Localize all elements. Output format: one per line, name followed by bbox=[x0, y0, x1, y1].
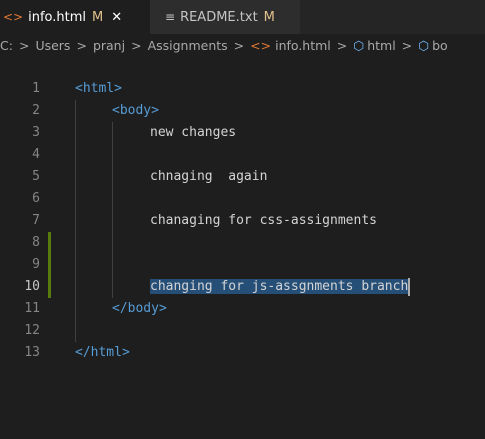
indent-guide bbox=[75, 144, 76, 166]
breadcrumb-item-body[interactable]: bo bbox=[432, 38, 448, 53]
breadcrumb-separator: > bbox=[76, 37, 87, 53]
line-number: 10 bbox=[24, 279, 40, 294]
code-text: chanaging for css-assignments bbox=[150, 213, 377, 228]
code-line[interactable]: 6 bbox=[0, 188, 485, 210]
breadcrumb: C: > Users > pranj > Assignments > <> in… bbox=[0, 34, 485, 56]
line-number: 13 bbox=[24, 345, 40, 360]
indent-guide bbox=[112, 232, 113, 254]
tab-info-html[interactable]: <> info.html M ✕ bbox=[0, 0, 150, 34]
code-text: chnaging again bbox=[150, 169, 268, 184]
indent-guide bbox=[75, 100, 76, 122]
indent-guide bbox=[75, 254, 76, 276]
tab-bar: <> info.html M ✕ ≡ README.txt M bbox=[0, 0, 485, 34]
code-line[interactable]: 9 bbox=[0, 254, 485, 276]
code-line[interactable]: 11 </body> bbox=[0, 298, 485, 320]
added-line-indicator[interactable] bbox=[48, 276, 51, 298]
added-line-indicator[interactable] bbox=[48, 254, 51, 276]
line-number: 9 bbox=[32, 257, 40, 272]
text-cursor bbox=[408, 277, 411, 296]
indent-guide bbox=[75, 320, 76, 342]
line-number: 11 bbox=[24, 301, 40, 316]
indent-guide bbox=[75, 188, 76, 210]
line-number: 8 bbox=[32, 235, 40, 250]
indent-guide bbox=[75, 276, 76, 298]
line-number: 2 bbox=[32, 103, 40, 118]
indent-guide bbox=[75, 232, 76, 254]
line-number: 12 bbox=[24, 323, 40, 338]
code-line[interactable]: 3 new changes bbox=[0, 122, 485, 144]
breadcrumb-item-html[interactable]: html bbox=[367, 38, 395, 53]
breadcrumb-item-users[interactable]: Users bbox=[35, 38, 70, 53]
code-line-current[interactable]: 10 changing for js-assgnments branch bbox=[0, 276, 485, 298]
code-line[interactable]: 13 </html> bbox=[0, 342, 485, 364]
code-text: </body> bbox=[112, 301, 167, 316]
code-editor[interactable]: 1 <html> 2 <body> 3 new changes 4 5 chna… bbox=[0, 78, 485, 364]
line-number: 6 bbox=[32, 191, 40, 206]
indent-guide bbox=[112, 144, 113, 166]
breadcrumb-item-pranj[interactable]: pranj bbox=[93, 38, 125, 53]
html-file-icon: <> bbox=[3, 10, 24, 24]
symbol-cube-icon: ⬡ bbox=[353, 37, 365, 53]
breadcrumb-separator: > bbox=[401, 37, 413, 53]
code-text: </html> bbox=[75, 345, 130, 360]
indent-guide bbox=[112, 122, 113, 144]
code-text: new changes bbox=[150, 125, 237, 140]
code-line[interactable]: 1 <html> bbox=[0, 78, 485, 100]
code-line[interactable]: 5 chnaging again bbox=[0, 166, 485, 188]
indent-guide bbox=[112, 276, 113, 298]
indent-guide bbox=[75, 298, 76, 320]
breadcrumb-separator: > bbox=[131, 37, 142, 53]
code-line[interactable]: 8 bbox=[0, 232, 485, 254]
breadcrumb-separator: > bbox=[233, 37, 245, 53]
modified-indicator: M bbox=[92, 9, 104, 25]
selected-code: changing for js-assgnments branch bbox=[150, 276, 411, 298]
html-file-icon: <> bbox=[250, 37, 272, 53]
line-number: 4 bbox=[32, 147, 40, 162]
code-text: <body> bbox=[112, 103, 159, 118]
indent-guide bbox=[112, 254, 113, 276]
breadcrumb-item-assignments[interactable]: Assignments bbox=[148, 38, 228, 53]
breadcrumb-separator: > bbox=[336, 37, 348, 53]
close-icon[interactable]: ✕ bbox=[111, 10, 122, 25]
code-line[interactable]: 12 bbox=[0, 320, 485, 342]
indent-guide bbox=[112, 166, 113, 188]
indent-guide bbox=[112, 188, 113, 210]
indent-guide bbox=[75, 166, 76, 188]
indent-guide bbox=[112, 210, 113, 232]
line-number: 3 bbox=[32, 125, 40, 140]
symbol-cube-icon: ⬡ bbox=[418, 37, 430, 53]
selection-text: changing for js-assgnments branch bbox=[150, 279, 409, 294]
modified-indicator: M bbox=[263, 9, 275, 25]
indent-guide bbox=[75, 210, 76, 232]
added-line-indicator[interactable] bbox=[48, 232, 51, 254]
line-number: 1 bbox=[32, 81, 40, 96]
code-line[interactable]: 2 <body> bbox=[0, 100, 485, 122]
line-number: 5 bbox=[32, 169, 40, 184]
breadcrumb-separator: > bbox=[18, 37, 30, 53]
indent-guide bbox=[75, 122, 76, 144]
breadcrumb-item-info-html[interactable]: info.html bbox=[275, 38, 331, 53]
breadcrumb-item-drive[interactable]: C: bbox=[0, 38, 13, 53]
tab-readme-txt[interactable]: ≡ README.txt M bbox=[150, 0, 300, 34]
code-line[interactable]: 4 bbox=[0, 144, 485, 166]
code-text: <html> bbox=[75, 81, 122, 96]
line-number: 7 bbox=[32, 213, 40, 228]
tab-label: info.html bbox=[28, 9, 87, 25]
code-line[interactable]: 7 chanaging for css-assignments bbox=[0, 210, 485, 232]
tab-label: README.txt bbox=[180, 9, 258, 25]
text-file-icon: ≡ bbox=[165, 10, 176, 24]
